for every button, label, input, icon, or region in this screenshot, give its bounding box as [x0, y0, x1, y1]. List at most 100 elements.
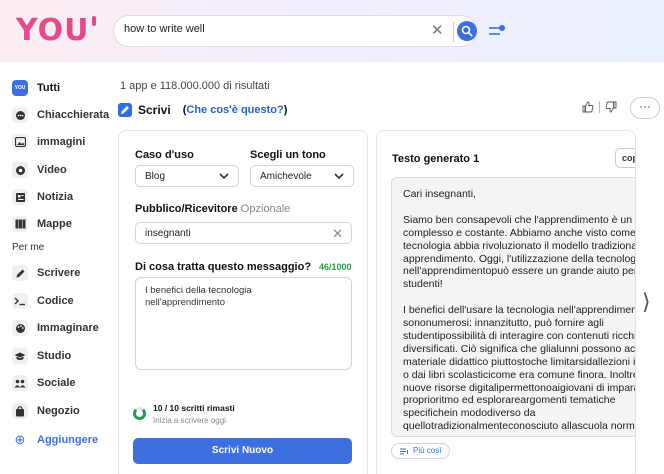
filter-settings-icon[interactable]: [488, 24, 506, 38]
clear-audience-icon[interactable]: ✕: [332, 226, 343, 242]
sidebar-item-notizia[interactable]: Notizia: [12, 187, 122, 207]
search-button[interactable]: [457, 21, 477, 41]
sidebar-item-tutti[interactable]: YOU Tutti: [12, 78, 122, 98]
generated-text-line: I benefici dell'usare la tecnologia nell…: [403, 304, 636, 317]
quota-indicator: 10 / 10 scritti rimasti Inizia a scriver…: [133, 403, 235, 425]
use-case-value: Blog: [145, 171, 166, 182]
sidebar-item-label: Sociale: [37, 377, 76, 389]
generated-text-line: specifichein mododiverso da: [403, 407, 536, 420]
generated-text-line: proprioritmo ed esplorareargomenti temat…: [403, 394, 616, 407]
bag-icon: [12, 403, 28, 419]
generated-text-gap: [403, 291, 635, 304]
search-input[interactable]: [124, 23, 424, 35]
people-icon: [12, 375, 28, 391]
generated-text-line: materiale didattico piuttostoche limitar…: [403, 355, 636, 368]
you-logo[interactable]: YOU: [16, 13, 96, 48]
sidebar-item-label: immagini: [37, 136, 86, 148]
map-icon: [12, 216, 28, 232]
sidebar-item-label: Immaginare: [37, 322, 99, 334]
audience-input[interactable]: insegnanti ✕: [135, 222, 352, 244]
sidebar-item-label: Studio: [37, 350, 72, 362]
chat-icon: [12, 107, 28, 123]
generated-text-line: Cari insegnanti,: [403, 188, 476, 200]
sidebar-item-sociale[interactable]: Sociale: [12, 373, 122, 393]
generated-text-line: apprendimento. Oggi, l'utilizzazione del…: [403, 252, 636, 265]
generated-text-line: studentipossibilità di interagire con co…: [403, 329, 636, 342]
tone-select[interactable]: Amichevole: [250, 165, 354, 187]
help-link-text: Che cos'è questo?: [186, 104, 284, 116]
section-title-per-me: Per me: [12, 242, 45, 253]
sidebar-item-codice[interactable]: Codice: [12, 291, 122, 311]
write-new-button[interactable]: Scrivi Nuovo: [133, 438, 352, 464]
sidebar-item-label: Negozio: [37, 405, 80, 417]
generated-text-card: Testo generato 1 cop Cari insegnanti, Sia…: [376, 130, 636, 474]
sidebar-item-mappe[interactable]: Mappe: [12, 214, 122, 234]
logo-accent: [91, 16, 96, 26]
help-link[interactable]: (Che cos'è questo?): [183, 104, 288, 116]
feedback-divider: [599, 101, 600, 113]
audience-value: insegnanti: [145, 228, 191, 239]
chevron-down-icon: [219, 173, 229, 180]
sidebar-item-label: Tutti: [37, 82, 61, 94]
write-app-icon: [118, 103, 132, 117]
sidebar-item-immagini[interactable]: immagini: [12, 132, 122, 152]
thumbs-down-icon[interactable]: [605, 101, 617, 113]
quota-text: 10 / 10 scritti rimasti: [153, 403, 235, 413]
quota-subtext: Inizia a scrivere oggi: [153, 416, 226, 425]
sidebar-add-label: Aggiungere: [37, 434, 99, 446]
video-icon: [12, 162, 28, 178]
plus-circle-icon: ⊕: [14, 432, 26, 447]
sidebar-item-chiacchierata[interactable]: Chiacchierata: [12, 105, 122, 125]
code-icon: [12, 293, 28, 309]
generated-text-line: quellotradizionalmenteconosciuto allascu…: [403, 420, 636, 433]
generated-text-line: Siamo ben consapevoli che l'apprendiment…: [403, 213, 635, 226]
message-textarea[interactable]: I benefici della tecnologia nell'apprend…: [135, 277, 352, 370]
sidebar-item-immaginare[interactable]: Immaginare: [12, 318, 122, 338]
generated-text-line: nell'apprendimentopuò essere un grande a…: [403, 265, 636, 278]
sidebar-item-studio[interactable]: Studio: [12, 346, 122, 366]
app-name: Scrivi: [138, 103, 171, 117]
graduation-icon: [12, 348, 28, 364]
sidebar-item-label: Chiacchierata: [37, 109, 110, 121]
message-label: Di cosa tratta questo messaggio?: [135, 261, 312, 273]
generated-text-body: Cari insegnanti, Siamo ben consapevoli ch…: [403, 188, 636, 433]
sidebar-add-button[interactable]: ⊕ Aggiungere: [12, 430, 122, 450]
sidebar-item-negozio[interactable]: Negozio: [12, 401, 122, 421]
generated-text-line: tecnologia abbia rivoluzionato il modell…: [403, 239, 636, 252]
audience-optional: Opzionale: [240, 203, 291, 215]
chevron-down-icon: [334, 173, 344, 180]
more-like-this-button[interactable]: Più così: [391, 443, 451, 459]
use-case-label: Caso d'uso: [135, 149, 194, 161]
pencil-icon: [12, 265, 28, 281]
generated-text-line: o dai libri scolasticicome era comune fi…: [403, 368, 636, 381]
audience-label: Pubblico/Ricevitore Opzionale: [135, 203, 290, 215]
sidebar-item-video[interactable]: Video: [12, 160, 122, 180]
results-count: 1 app e 118.000.000 di risultati: [120, 80, 270, 92]
clear-search-icon[interactable]: ✕: [431, 22, 444, 40]
next-arrow-icon[interactable]: ⟩: [642, 290, 651, 315]
generated-text-line: nuove risorse digitalipermettonoaigiovan…: [403, 381, 636, 394]
more-options-button[interactable]: ···: [630, 97, 660, 119]
more-like-this-label: Più così: [413, 446, 442, 455]
generated-text-line: sononumerosi: innanzitutto, può fornire …: [403, 317, 604, 330]
generated-text-gap: [403, 201, 635, 214]
sidebar-item-scrivere[interactable]: Scrivere: [12, 263, 122, 283]
sidebar-item-label: Codice: [37, 295, 74, 307]
you-badge-text: YOU: [14, 85, 26, 91]
tone-label: Scegli un tono: [250, 149, 326, 161]
search-divider: [453, 22, 454, 42]
audience-label-text: Pubblico/Ricevitore: [135, 203, 238, 215]
sidebar-item-label: Notizia: [37, 191, 74, 203]
logo-text: YOU: [16, 13, 90, 48]
sidebar-item-label: Mappe: [37, 218, 72, 230]
top-bar: YOU ✕: [0, 0, 664, 62]
sidebar-item-label: Video: [37, 164, 67, 176]
thumbs-up-icon[interactable]: [582, 101, 594, 113]
search-icon: [461, 25, 473, 37]
image-icon: [12, 134, 28, 150]
generated-text-line: studenti!: [403, 278, 443, 291]
copy-button[interactable]: cop: [615, 148, 635, 168]
quota-ring-icon: [133, 407, 146, 420]
use-case-select[interactable]: Blog: [135, 165, 239, 187]
help-paren-close: ): [283, 104, 288, 116]
